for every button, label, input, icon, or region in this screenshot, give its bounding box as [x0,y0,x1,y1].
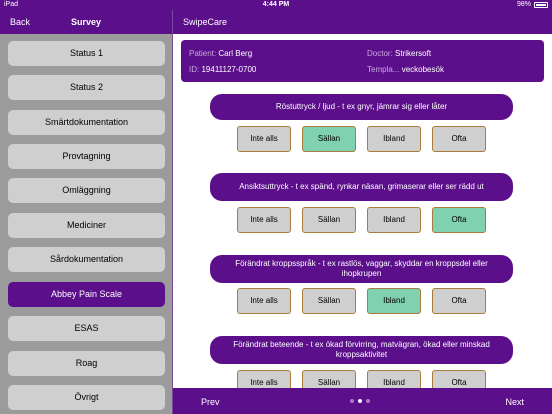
sidebar-item-provtagning[interactable]: Provtagning [8,144,165,169]
app-title: SwipeCare [183,17,228,27]
doctor-field: Doctor: Strikersoft [367,49,431,58]
answer-option[interactable]: Sällan [302,370,356,388]
template-value: veckobesök [401,65,444,74]
battery-percent: 98% [516,1,531,8]
doctor-label: Doctor: [367,49,393,58]
sidebar-item-esas[interactable]: ESAS [8,316,165,341]
question-vocalization: Röstuttryck / ljud - t ex gnyr, jämrar s… [210,94,513,120]
answer-option[interactable]: Inte alls [237,370,291,388]
patient-id-field: ID: 19411127-0700 [189,65,256,74]
answer-option[interactable]: Inte alls [237,126,291,152]
answer-option[interactable]: Ibland [367,288,421,314]
clock: 4:44 PM [262,1,290,8]
answer-option[interactable]: Ofta [432,288,486,314]
answer-row-facial-expression: Inte alls Sällan Ibland Ofta [237,207,498,233]
next-button[interactable]: Next [505,397,524,407]
page-dot [366,399,370,403]
answer-option[interactable]: Inte alls [237,288,291,314]
prev-button[interactable]: Prev [201,397,220,407]
answer-option[interactable]: Inte alls [237,207,291,233]
answer-option[interactable]: Ofta [432,370,486,388]
sidebar-item-ovrigt[interactable]: Övrigt [8,385,165,410]
sidebar-item-status-2[interactable]: Status 2 [8,75,165,100]
page-dot [358,399,362,403]
survey-content: Patient: Carl Berg ID: 19411127-0700 Doc… [173,34,552,388]
page-indicator[interactable] [350,399,370,403]
patient-id-label: ID: [189,65,200,74]
answer-option[interactable]: Ofta [432,207,486,233]
answer-row-body-language: Inte alls Sällan Ibland Ofta [237,288,498,314]
patient-info-card: Patient: Carl Berg ID: 19411127-0700 Doc… [181,40,544,82]
sidebar-nav-bar: Back Survey [0,10,172,34]
sidebar-item-smartdokumentation[interactable]: Smärtdokumentation [8,110,165,135]
sidebar-item-status-1[interactable]: Status 1 [8,41,165,66]
status-bar: iPad 4:44 PM 98% [0,0,552,10]
answer-option[interactable]: Ibland [367,126,421,152]
answer-option[interactable]: Sällan [302,288,356,314]
page-dot [350,399,354,403]
main-nav-bar: SwipeCare [173,10,552,34]
sidebar-item-roag[interactable]: Roag [8,351,165,376]
answer-option[interactable]: Sällan [302,126,356,152]
template-field: Templa... veckobesök [367,65,444,74]
patient-name-field: Patient: Carl Berg [189,49,252,58]
sidebar-item-sardokumentation[interactable]: Sårdokumentation [8,247,165,272]
answer-option[interactable]: Ibland [367,207,421,233]
question-behavior-change: Förändrat beteende - t ex ökad förvirrin… [210,336,513,364]
answer-option[interactable]: Sällan [302,207,356,233]
battery-icon [534,2,548,8]
battery-status: 98% [517,0,548,10]
answer-option[interactable]: Ibland [367,370,421,388]
patient-name-value: Carl Berg [218,49,253,58]
question-facial-expression: Ansiktsuttryck - t ex spänd, rynkar näsa… [210,173,513,201]
sidebar-item-mediciner[interactable]: Mediciner [8,213,165,238]
sidebar-item-abbey-pain-scale[interactable]: Abbey Pain Scale [8,282,165,307]
sidebar-item-omlaggning[interactable]: Omläggning [8,178,165,203]
survey-sidebar: Status 1 Status 2 Smärtdokumentation Pro… [0,34,172,414]
answer-row-behavior-change: Inte alls Sällan Ibland Ofta [237,370,498,388]
patient-id-value: 19411127-0700 [201,65,257,74]
doctor-value: Strikersoft [395,49,432,58]
pager-bar: Prev Next [173,388,552,414]
answer-row-vocalization: Inte alls Sällan Ibland Ofta [237,126,498,152]
patient-name-label: Patient: [189,49,217,58]
template-label: Templa... [367,65,400,74]
sidebar-title: Survey [70,17,102,27]
question-body-language: Förändrat kroppsspråk - t ex rastlös, va… [210,255,513,283]
answer-option[interactable]: Ofta [432,126,486,152]
